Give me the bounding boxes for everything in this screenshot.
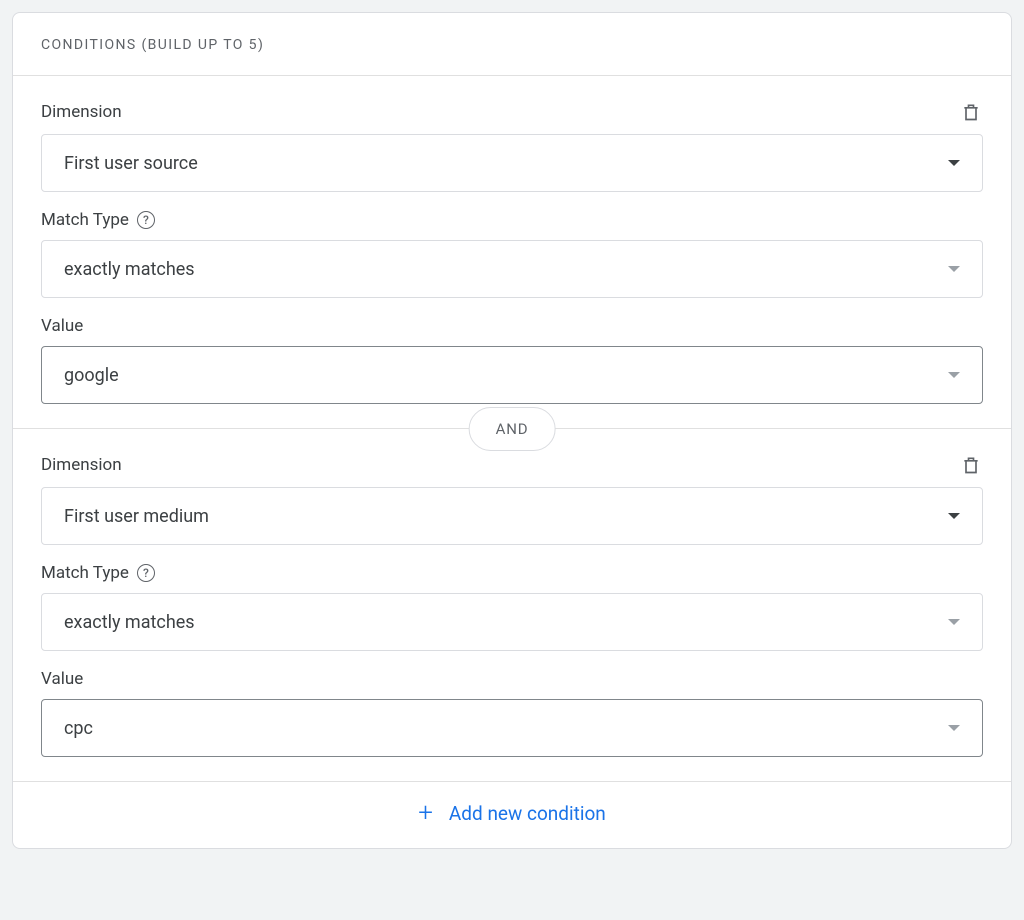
match-type-label-text: Match Type <box>41 563 129 583</box>
value-label: Value <box>41 316 983 336</box>
trash-icon <box>961 454 981 476</box>
conditions-card: CONDITIONS (BUILD UP TO 5) Dimension Fir… <box>12 12 1012 849</box>
card-title: CONDITIONS (BUILD UP TO 5) <box>41 37 983 53</box>
value-text: cpc <box>64 718 93 739</box>
match-type-value: exactly matches <box>64 612 195 633</box>
dimension-label: Dimension <box>41 455 122 475</box>
chevron-down-icon <box>948 619 960 625</box>
match-type-label-text: Match Type <box>41 210 129 230</box>
condition-joiner: AND <box>13 428 1011 429</box>
match-type-value: exactly matches <box>64 259 195 280</box>
value-label: Value <box>41 669 983 689</box>
trash-icon <box>961 101 981 123</box>
match-type-select[interactable]: exactly matches <box>41 593 983 651</box>
condition-block: Dimension First user source Match Type ?… <box>13 76 1011 428</box>
value-select[interactable]: google <box>41 346 983 404</box>
delete-condition-button[interactable] <box>959 453 983 477</box>
dimension-value: First user source <box>64 153 198 174</box>
dimension-select[interactable]: First user medium <box>41 487 983 545</box>
card-header: CONDITIONS (BUILD UP TO 5) <box>13 13 1011 76</box>
chevron-down-icon <box>948 266 960 272</box>
dimension-label: Dimension <box>41 102 122 122</box>
match-type-select[interactable]: exactly matches <box>41 240 983 298</box>
chevron-down-icon <box>948 160 960 166</box>
card-footer: + Add new condition <box>13 781 1011 848</box>
help-icon[interactable]: ? <box>137 564 155 582</box>
match-type-label: Match Type ? <box>41 210 983 230</box>
dimension-value: First user medium <box>64 506 209 527</box>
add-condition-button[interactable]: + Add new condition <box>418 800 606 826</box>
dimension-select[interactable]: First user source <box>41 134 983 192</box>
condition-block: Dimension First user medium Match Type ?… <box>13 429 1011 781</box>
and-pill: AND <box>469 407 556 451</box>
chevron-down-icon <box>948 513 960 519</box>
value-text: google <box>64 365 119 386</box>
delete-condition-button[interactable] <box>959 100 983 124</box>
value-select[interactable]: cpc <box>41 699 983 757</box>
match-type-label: Match Type ? <box>41 563 983 583</box>
chevron-down-icon <box>948 725 960 731</box>
add-condition-label: Add new condition <box>449 802 606 825</box>
plus-icon: + <box>418 800 433 826</box>
chevron-down-icon <box>948 372 960 378</box>
help-icon[interactable]: ? <box>137 211 155 229</box>
